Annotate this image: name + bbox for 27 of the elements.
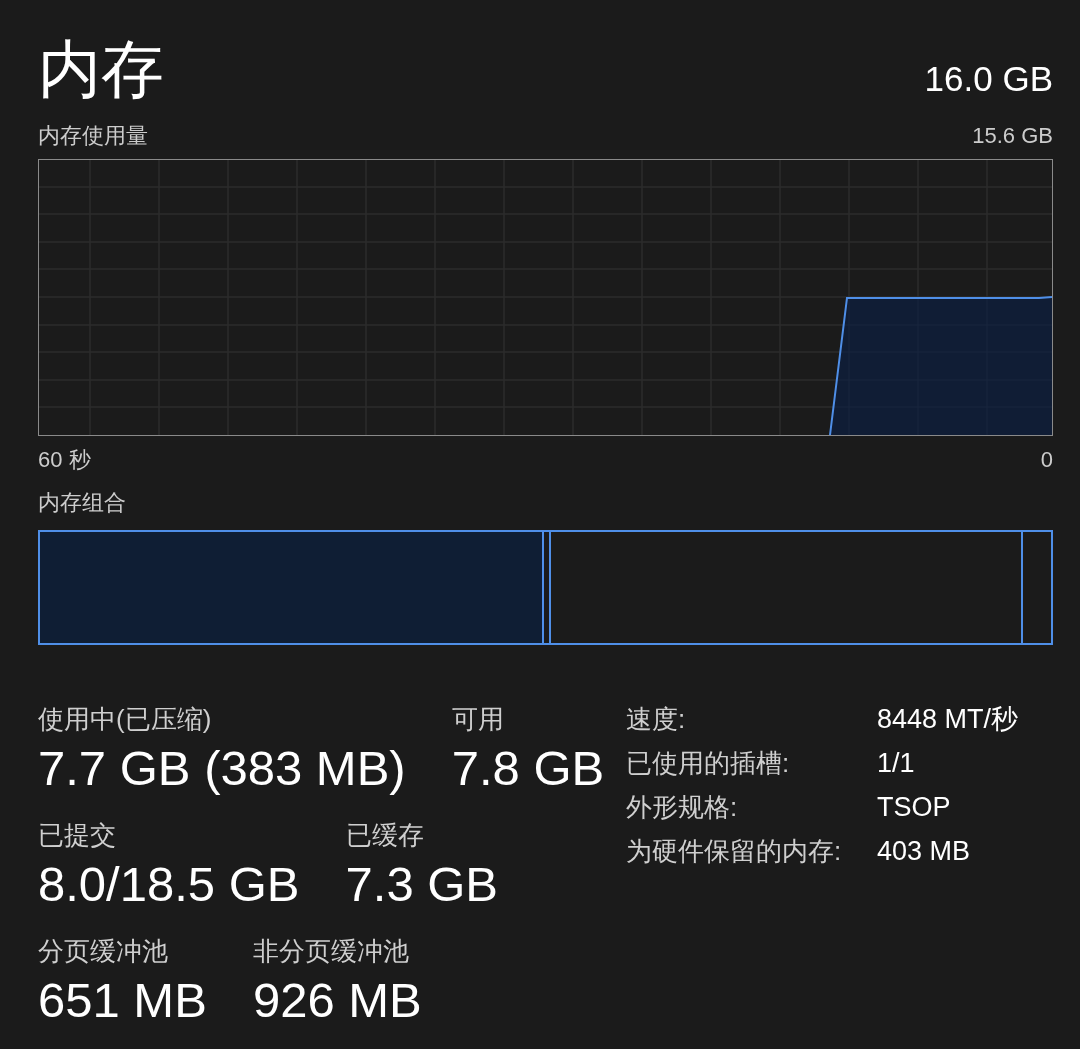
stat-label: 已缓存 xyxy=(345,820,424,850)
detail-value: TSOP xyxy=(877,792,951,822)
detail-value: 1/1 xyxy=(877,748,915,778)
stat-value: 7.3 GB xyxy=(345,858,499,910)
composition-label: 内存组合 xyxy=(38,490,126,516)
detail-label: 为硬件保留的内存: xyxy=(626,836,842,866)
stat-value: 7.7 GB (383 MB) xyxy=(38,742,406,794)
detail-value: 8448 MT/秒 xyxy=(877,704,1019,734)
graph-label: 内存使用量 xyxy=(38,123,148,149)
detail-value: 403 MB xyxy=(877,836,971,866)
detail-label: 外形规格: xyxy=(626,792,738,822)
stat-label: 已提交 xyxy=(38,820,116,850)
total-memory: 16.0 GB xyxy=(924,59,1053,99)
detail-label: 已使用的插槽: xyxy=(626,748,790,778)
detail-label: 速度: xyxy=(626,704,686,734)
memory-title: 内存 xyxy=(38,38,164,101)
stat-label: 分页缓冲池 xyxy=(38,936,168,966)
stat-value: 7.8 GB xyxy=(451,742,605,794)
stat-value: 926 MB xyxy=(252,974,422,1026)
stat-label: 使用中(已压缩) xyxy=(38,704,212,734)
axis-start-label: 60 秒 xyxy=(38,447,91,473)
stat-value: 651 MB xyxy=(38,974,207,1026)
graph-max-value: 15.6 GB xyxy=(972,123,1053,149)
stat-label: 非分页缓冲池 xyxy=(252,936,409,966)
axis-end-label: 0 xyxy=(1040,447,1053,473)
stat-value: 8.0/18.5 GB xyxy=(38,858,300,910)
stat-label: 可用 xyxy=(451,704,504,734)
